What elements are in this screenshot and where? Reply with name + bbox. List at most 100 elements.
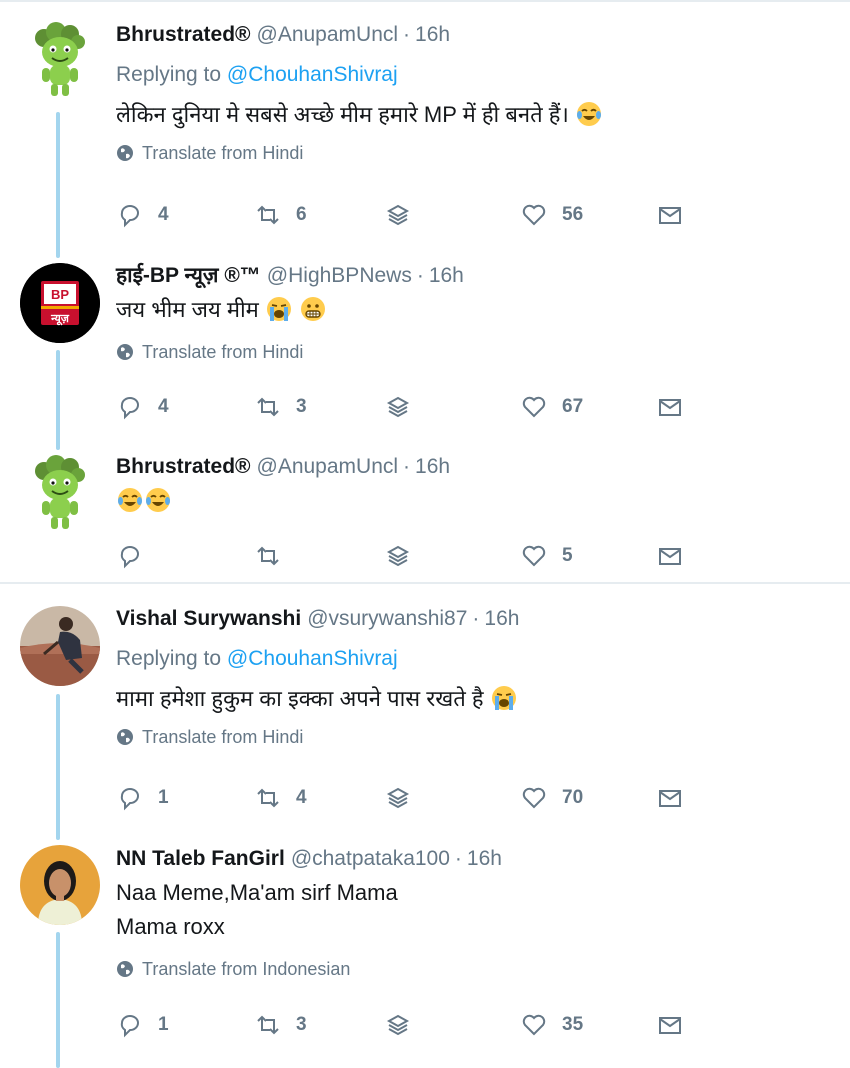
direct-message-button[interactable] (384, 200, 412, 230)
separator-dot: · (416, 264, 424, 287)
avatar[interactable] (20, 20, 100, 100)
timestamp[interactable]: 16h (415, 22, 450, 48)
like-button[interactable]: 67 (520, 392, 583, 422)
like-button[interactable]: 56 (520, 200, 583, 230)
retweet-button[interactable]: 4 (254, 783, 307, 813)
user-name[interactable]: हाई-BP न्यूज़ ®™ (116, 263, 261, 289)
user-name[interactable]: NN Taleb FanGirl (116, 846, 285, 872)
direct-message-button[interactable] (384, 541, 412, 571)
retweet-icon (257, 1015, 279, 1035)
tweet-text-line: Mama roxx (116, 914, 225, 939)
globe-icon (117, 729, 133, 745)
replying-to: Replying to @ChouhanShivraj (116, 646, 830, 672)
tweet-text: लेकिन दुनिया मे सबसे अच्छे मीम हमारे MP … (116, 98, 830, 132)
reply-button[interactable]: 4 (116, 200, 169, 230)
translate-link[interactable]: Translate from Hindi (116, 726, 830, 748)
timestamp[interactable]: 16h (429, 263, 464, 289)
share-via-dm-button[interactable] (656, 541, 684, 571)
tweet-header: NN Taleb FanGirl @chatpataka100 · 16h (116, 846, 830, 872)
translate-label[interactable]: Translate from Hindi (142, 726, 303, 748)
timestamp[interactable]: 16h (467, 846, 502, 872)
tweet-actions: 5 (116, 541, 716, 571)
retweet-count: 3 (296, 396, 307, 417)
envelope-icon (659, 399, 681, 416)
share-via-dm-button[interactable] (656, 783, 684, 813)
tweet-header: हाई-BP न्यूज़ ®™ @HighBPNews · 16h (116, 263, 830, 289)
tweet-text: जय भीम जय मीम (116, 293, 830, 327)
layers-icon (386, 204, 410, 226)
user-handle[interactable]: @chatpataka100 (291, 846, 450, 872)
translate-link[interactable]: Translate from Hindi (116, 142, 830, 164)
user-name[interactable]: Vishal Surywanshi (116, 606, 301, 632)
direct-message-button[interactable] (384, 1010, 412, 1040)
like-button[interactable]: 35 (520, 1010, 583, 1040)
user-name[interactable]: Bhrustrated® (116, 22, 251, 48)
envelope-icon (659, 207, 681, 224)
heart-icon (522, 787, 546, 809)
tweet-header: Bhrustrated® @AnupamUncl · 16h (116, 454, 830, 480)
reply-icon (120, 546, 139, 569)
replying-to-handle[interactable]: @ChouhanShivraj (227, 63, 398, 86)
reply-count: 1 (158, 787, 169, 808)
direct-message-button[interactable] (384, 783, 412, 813)
grimacing-emoji-icon (301, 297, 326, 321)
tweet-text-content: जय भीम जय मीम (116, 297, 259, 322)
tweet-actions: 4 3 67 (116, 392, 716, 422)
retweet-button[interactable] (254, 541, 282, 571)
reply-button[interactable] (116, 541, 144, 571)
like-count: 56 (562, 204, 584, 225)
share-via-dm-button[interactable] (656, 1010, 684, 1040)
reply-button[interactable]: 4 (116, 392, 169, 422)
heart-icon (522, 1014, 546, 1036)
timestamp[interactable]: 16h (484, 606, 519, 632)
tears-of-joy-emoji-icon (146, 488, 170, 512)
user-handle[interactable]: @HighBPNews (267, 263, 412, 289)
direct-message-button[interactable] (384, 392, 412, 422)
share-via-dm-button[interactable] (656, 200, 684, 230)
user-handle[interactable]: @AnupamUncl (257, 454, 399, 480)
retweet-icon (257, 788, 279, 808)
user-handle[interactable]: @AnupamUncl (257, 22, 399, 48)
separator-dot: · (403, 23, 411, 46)
separator-dot: · (403, 455, 411, 478)
retweet-button[interactable]: 6 (254, 200, 307, 230)
timestamp[interactable]: 16h (415, 454, 450, 480)
user-name[interactable]: Bhrustrated® (116, 454, 251, 480)
replying-to-label: Replying to (116, 63, 222, 86)
reply-icon (120, 788, 139, 811)
retweet-button[interactable]: 3 (254, 1010, 307, 1040)
share-via-dm-button[interactable] (656, 392, 684, 422)
avatar[interactable] (20, 845, 100, 925)
retweet-icon (257, 397, 279, 417)
layers-icon (386, 396, 410, 418)
reply-button[interactable]: 1 (116, 783, 169, 813)
replying-to-handle[interactable]: @ChouhanShivraj (227, 647, 398, 670)
replying-to-label: Replying to (116, 647, 222, 670)
retweet-button[interactable]: 3 (254, 392, 307, 422)
envelope-icon (659, 1017, 681, 1034)
like-button[interactable]: 5 (520, 541, 573, 571)
reply-button[interactable]: 1 (116, 1010, 169, 1040)
avatar[interactable] (20, 606, 100, 686)
avatar[interactable] (20, 453, 100, 533)
user-photo-avatar-icon (20, 845, 100, 925)
reply-count: 4 (158, 396, 169, 417)
heart-icon (522, 204, 546, 226)
layers-icon (386, 787, 410, 809)
like-button[interactable]: 70 (520, 783, 583, 813)
user-handle[interactable]: @vsurywanshi87 (307, 606, 467, 632)
tweet-text-line: Naa Meme,Ma'am sirf Mama (116, 880, 398, 905)
translate-label[interactable]: Translate from Hindi (142, 341, 303, 363)
translate-link[interactable]: Translate from Indonesian (116, 958, 830, 980)
translate-label[interactable]: Translate from Indonesian (142, 958, 350, 980)
translate-label[interactable]: Translate from Hindi (142, 142, 303, 164)
translate-link[interactable]: Translate from Hindi (116, 341, 830, 363)
globe-icon (117, 344, 133, 360)
user-photo-avatar-icon (20, 606, 100, 686)
avatar[interactable]: BP न्यूज़ (20, 263, 100, 343)
like-count: 70 (562, 787, 584, 808)
globe-icon (117, 961, 133, 977)
reply-icon (120, 205, 139, 228)
tweet-actions: 4 6 56 (116, 200, 716, 230)
tweet-text-content: मामा हमेशा हुकुम का इक्का अपने पास रखते … (116, 686, 484, 711)
